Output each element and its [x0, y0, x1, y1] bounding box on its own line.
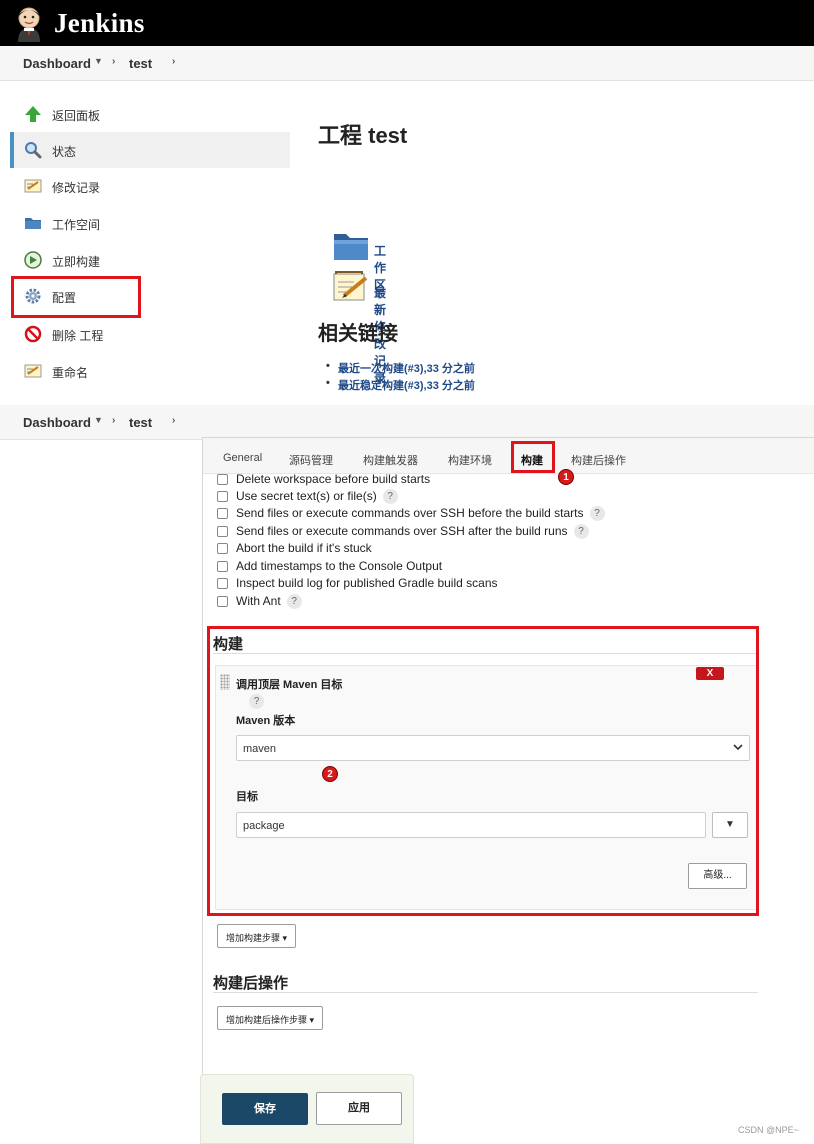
- sidebar-item-workspace[interactable]: 工作空间: [10, 205, 290, 241]
- breadcrumb-project[interactable]: test: [129, 415, 152, 430]
- main-panel: 工程 test 工作区 最新修改记录 相关链接 最近一次构建(#3),33 分之…: [290, 82, 814, 393]
- last-build-link[interactable]: 最近一次构建(#3),33 分之前: [326, 360, 475, 376]
- breadcrumb-project[interactable]: test: [129, 56, 152, 71]
- breadcrumb-dashboard[interactable]: Dashboard: [23, 415, 91, 430]
- watermark: CSDN @NPE~: [738, 1125, 799, 1135]
- add-build-step-button[interactable]: 增加构建步骤 ▾: [217, 924, 297, 948]
- breadcrumb-dashboard[interactable]: Dashboard: [23, 56, 91, 71]
- jenkins-logo-icon[interactable]: [14, 6, 44, 42]
- no-entry-icon: [24, 325, 42, 343]
- help-icon[interactable]: ?: [286, 594, 302, 610]
- save-button[interactable]: 保存: [222, 1093, 308, 1125]
- sidebar-item-build-now[interactable]: 立即构建: [10, 242, 290, 278]
- sidebar-item-label: 返回面板: [52, 109, 101, 123]
- page-title: 工程 test: [318, 123, 408, 148]
- checkbox[interactable]: [217, 578, 228, 589]
- sidebar-item-label: 状态: [52, 145, 77, 159]
- sidebar-item-back[interactable]: 返回面板: [10, 96, 290, 132]
- top-header: Jenkins: [0, 0, 814, 46]
- breadcrumb-separator-icon: ›: [112, 415, 116, 426]
- breadcrumb-separator-icon: ›: [172, 56, 176, 67]
- help-icon[interactable]: ?: [589, 506, 605, 522]
- annotation-badge-1: 1: [558, 469, 574, 485]
- chevron-down-icon[interactable]: ▼: [94, 56, 103, 66]
- build-tab-highlight-box: [511, 441, 555, 473]
- configure-highlight-box: [11, 276, 141, 318]
- tab-triggers[interactable]: 构建触发器: [363, 452, 418, 468]
- related-links-title: 相关链接: [318, 323, 398, 345]
- checkbox[interactable]: [217, 596, 228, 607]
- brand-name[interactable]: Jenkins: [54, 8, 145, 39]
- build-clock-icon: [24, 251, 42, 269]
- notepad-icon: [333, 271, 368, 301]
- help-icon[interactable]: ?: [573, 524, 589, 540]
- save-apply-bar: 保存 应用: [200, 1074, 414, 1144]
- sidebar-item-rename[interactable]: 重命名: [10, 353, 290, 389]
- checkbox[interactable]: [217, 474, 228, 485]
- checkbox[interactable]: [217, 491, 228, 502]
- folder-icon: [25, 218, 41, 229]
- add-post-build-step-button[interactable]: 增加构建后操作步骤 ▾: [217, 1006, 324, 1030]
- last-stable-build-link[interactable]: 最近稳定构建(#3),33 分之前: [326, 377, 475, 393]
- tab-post-build[interactable]: 构建后操作: [571, 452, 626, 468]
- side-panel: 返回面板 状态 修改记录 工作空间 立即构建 配置 删除 工程 重命名: [0, 82, 290, 390]
- breadcrumb: Dashboard ▼ › test ›: [0, 46, 814, 81]
- sidebar-item-label: 立即构建: [52, 255, 101, 269]
- breadcrumb-separator-icon: ›: [172, 415, 176, 426]
- sidebar-item-status[interactable]: 状态: [10, 132, 290, 168]
- sidebar-item-label: 重命名: [52, 366, 89, 380]
- build-section-highlight-box: [207, 626, 759, 916]
- sidebar-item-changes[interactable]: 修改记录: [10, 168, 290, 204]
- sidebar-item-delete[interactable]: 删除 工程: [10, 316, 290, 352]
- chevron-down-icon[interactable]: ▼: [94, 415, 103, 425]
- tab-general[interactable]: General: [223, 452, 262, 464]
- sidebar-item-label: 删除 工程: [52, 329, 104, 343]
- tab-scm[interactable]: 源码管理: [289, 452, 333, 468]
- search-icon: [25, 142, 42, 159]
- config-tabbar: General 源码管理 构建触发器 构建环境 构建 构建后操作 1: [203, 438, 814, 485]
- checkbox[interactable]: [217, 543, 228, 554]
- post-build-section-title: 构建后操作: [213, 975, 289, 992]
- help-icon[interactable]: ?: [382, 489, 398, 505]
- section-divider: [213, 992, 758, 993]
- notepad-icon: [24, 179, 42, 193]
- notepad-icon: [24, 364, 42, 378]
- config-form: General 源码管理 构建触发器 构建环境 构建 构建后操作 1 Delet…: [202, 437, 814, 1144]
- breadcrumb: Dashboard ▼ › test ›: [0, 405, 814, 440]
- arrow-up-icon: [25, 106, 41, 122]
- apply-button[interactable]: 应用: [316, 1092, 402, 1125]
- sidebar-item-label: 修改记录: [52, 181, 101, 195]
- folder-icon: [334, 234, 368, 260]
- checkbox[interactable]: [217, 526, 228, 537]
- sidebar-item-label: 工作空间: [52, 218, 101, 232]
- tab-environment[interactable]: 构建环境: [448, 452, 492, 468]
- checkbox[interactable]: [217, 508, 228, 519]
- breadcrumb-separator-icon: ›: [112, 56, 116, 67]
- checkbox[interactable]: [217, 561, 228, 572]
